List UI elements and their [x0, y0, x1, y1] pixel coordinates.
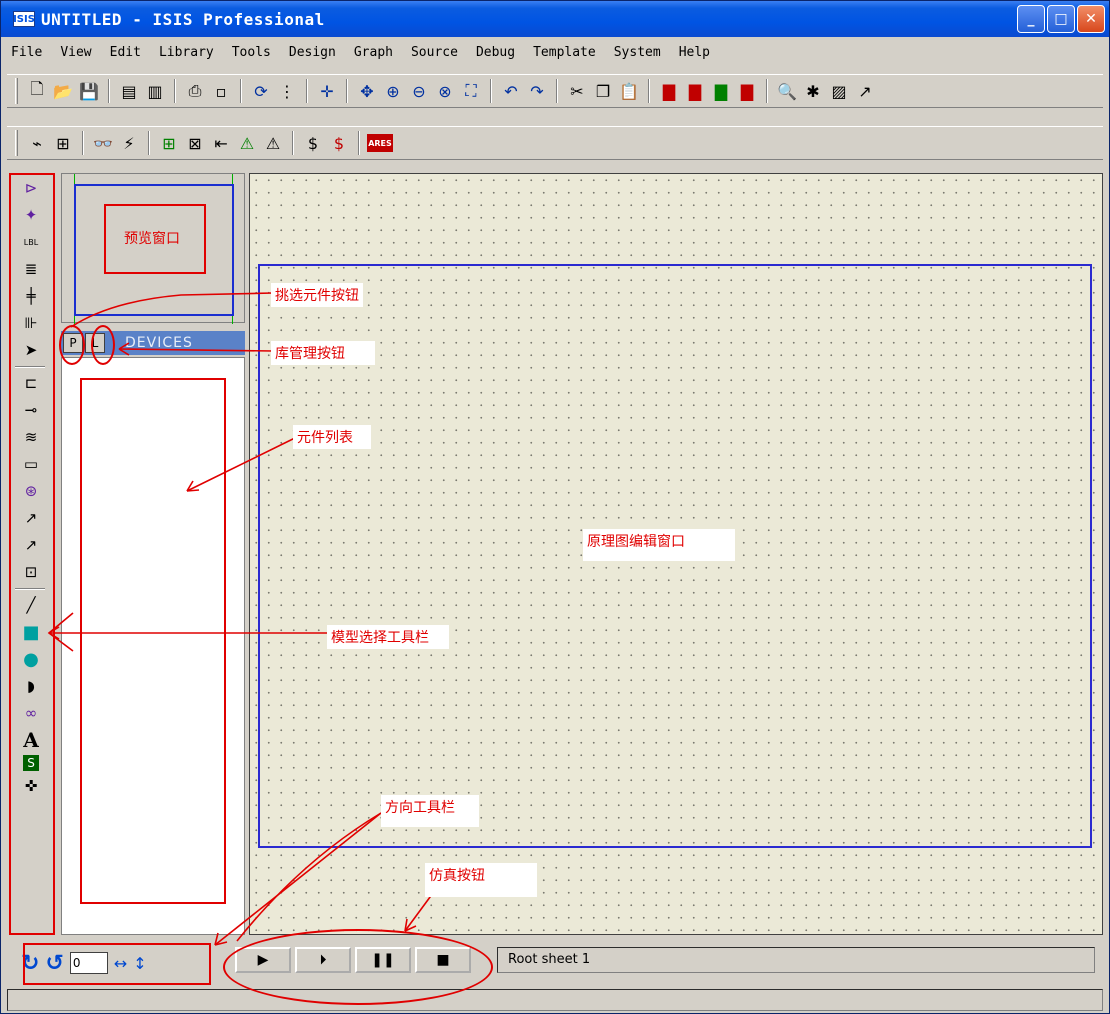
package-tool-icon[interactable]: ▨ [827, 79, 851, 103]
toolbar-grip[interactable] [15, 78, 18, 104]
new-sheet-icon[interactable]: ⊞ [157, 131, 181, 155]
close-button[interactable]: ✕ [1077, 5, 1105, 33]
schematic-editor-annotation: 原理图编辑窗口 [583, 529, 735, 561]
devices-list[interactable] [61, 357, 245, 935]
new-file-icon[interactable]: 🗋 [25, 79, 49, 103]
devices-header: P L DEVICES [61, 331, 245, 355]
save-file-icon[interactable]: 💾 [77, 79, 101, 103]
block-rotate-icon[interactable]: ▇ [709, 79, 733, 103]
view-bom-icon[interactable]: ⚠ [235, 131, 259, 155]
block-move-icon[interactable]: ▇ [683, 79, 707, 103]
toolbar-separator [108, 79, 110, 103]
zoom-area-icon[interactable]: ⛶ [459, 79, 483, 103]
undo-icon[interactable]: ↶ [499, 79, 523, 103]
menu-view[interactable]: View [60, 45, 91, 60]
menu-tools[interactable]: Tools [232, 45, 271, 60]
decompose-icon[interactable]: ↗ [853, 79, 877, 103]
property-tool-icon[interactable]: ⚡ [117, 131, 141, 155]
origin-icon[interactable]: ✛ [315, 79, 339, 103]
toolbar-separator [556, 79, 558, 103]
toolbar-separator [346, 79, 348, 103]
isis-window: ISIS UNTITLED - ISIS Professional _ □ ✕ … [0, 0, 1110, 1014]
minimize-button[interactable]: _ [1017, 5, 1045, 33]
property-assignment-icon[interactable]: ⊞ [51, 131, 75, 155]
ares-icon[interactable]: ARES [367, 134, 393, 152]
remove-sheet-icon[interactable]: ⊠ [183, 131, 207, 155]
cut-icon[interactable]: ✂ [565, 79, 589, 103]
main-toolbar: 🗋 📂 💾 ▤ ▥ ⎙ ▫ ⟳ ⋮ ✛ ✥ ⊕ ⊖ ⊗ ⛶ ↶ ↷ ✂ ❐ 📋 ▇ ▇ ▇ ▇ 🔍 ✱ ▨ ↗ [7, 74, 1103, 108]
menu-system[interactable]: System [614, 45, 661, 60]
preview-window-label: 预览窗口 [124, 231, 180, 247]
devices-title: DEVICES [125, 335, 193, 351]
copy-icon[interactable]: ❐ [591, 79, 615, 103]
menu-graph[interactable]: Graph [354, 45, 393, 60]
library-button-annotation-ellipse [91, 325, 115, 365]
import-section-icon[interactable]: ▤ [117, 79, 141, 103]
menu-debug[interactable]: Debug [476, 45, 515, 60]
redraw-icon[interactable]: ⟳ [249, 79, 273, 103]
print-icon[interactable]: ⎙ [183, 79, 207, 103]
title-bar[interactable]: ISIS UNTITLED - ISIS Professional _ □ ✕ [1, 1, 1109, 37]
toolbar-separator [292, 131, 294, 155]
status-bar [7, 989, 1103, 1011]
menu-library[interactable]: Library [159, 45, 214, 60]
toolbar-separator [82, 131, 84, 155]
block-copy-icon[interactable]: ▇ [657, 79, 681, 103]
netlist-icon[interactable]: $ [301, 131, 325, 155]
simulation-buttons-annotation: 仿真按钮 [425, 863, 537, 897]
paste-icon[interactable]: 📋 [617, 79, 641, 103]
toolbar-separator [240, 79, 242, 103]
menu-bar: File View Edit Library Tools Design Grap… [1, 37, 1109, 67]
toolbar-separator [174, 79, 176, 103]
toolbar-separator [490, 79, 492, 103]
toolbar-separator [358, 131, 360, 155]
window-title: UNTITLED - ISIS Professional [41, 9, 325, 29]
orientation-annotation-box [23, 943, 211, 985]
redo-icon[interactable]: ↷ [525, 79, 549, 103]
device-list-annotation: 元件列表 [293, 425, 371, 449]
design-toolbar: ⌁ ⊞ 👓 ⚡ ⊞ ⊠ ⇤ ⚠ ⚠ $ $ ARES [7, 126, 1103, 160]
export-section-icon[interactable]: ▥ [143, 79, 167, 103]
mode-toolbar-annotation: 模型选择工具栏 [327, 625, 449, 649]
window-controls: _ □ ✕ [1017, 5, 1105, 33]
preview-window[interactable]: 预览窗口 [61, 173, 245, 324]
zoom-out-icon[interactable]: ⊖ [407, 79, 431, 103]
set-area-icon[interactable]: ▫ [209, 79, 233, 103]
menu-design[interactable]: Design [289, 45, 336, 60]
toolbar-separator [766, 79, 768, 103]
toolbar-separator [148, 131, 150, 155]
open-file-icon[interactable]: 📂 [51, 79, 75, 103]
wire-autorouter-icon[interactable]: ⌁ [25, 131, 49, 155]
toolbar-grip[interactable] [15, 130, 18, 156]
zoom-all-icon[interactable]: ⊗ [433, 79, 457, 103]
grid-icon[interactable]: ⋮ [275, 79, 299, 103]
library-manager-annotation: 库管理按钮 [271, 341, 375, 365]
pick-device-annotation: 挑选元件按钮 [271, 283, 363, 307]
mode-toolbar-annotation-box [9, 173, 55, 935]
pan-icon[interactable]: ✥ [355, 79, 379, 103]
netlist-ares-icon[interactable]: $ [327, 131, 351, 155]
devices-annotation-box [80, 378, 226, 904]
make-device-icon[interactable]: ✱ [801, 79, 825, 103]
isis-app-icon[interactable]: ISIS [13, 11, 35, 27]
sheet-status: Root sheet 1 [497, 947, 1095, 973]
toolbar-separator [648, 79, 650, 103]
menu-template[interactable]: Template [533, 45, 596, 60]
menu-help[interactable]: Help [679, 45, 710, 60]
exit-to-parent-icon[interactable]: ⇤ [209, 131, 233, 155]
electrical-check-icon[interactable]: ⚠ [261, 131, 285, 155]
simulation-annotation-ellipse [223, 929, 493, 1005]
search-tag-icon[interactable]: 👓 [91, 131, 115, 155]
menu-edit[interactable]: Edit [110, 45, 141, 60]
zoom-in-icon[interactable]: ⊕ [381, 79, 405, 103]
orientation-toolbar-annotation: 方向工具栏 [381, 795, 479, 827]
maximize-button[interactable]: □ [1047, 5, 1075, 33]
toolbar-separator [306, 79, 308, 103]
pick-button-annotation-ellipse [59, 325, 85, 365]
block-delete-icon[interactable]: ▇ [735, 79, 759, 103]
pick-device-icon[interactable]: 🔍 [775, 79, 799, 103]
menu-source[interactable]: Source [411, 45, 458, 60]
menu-file[interactable]: File [11, 45, 42, 60]
